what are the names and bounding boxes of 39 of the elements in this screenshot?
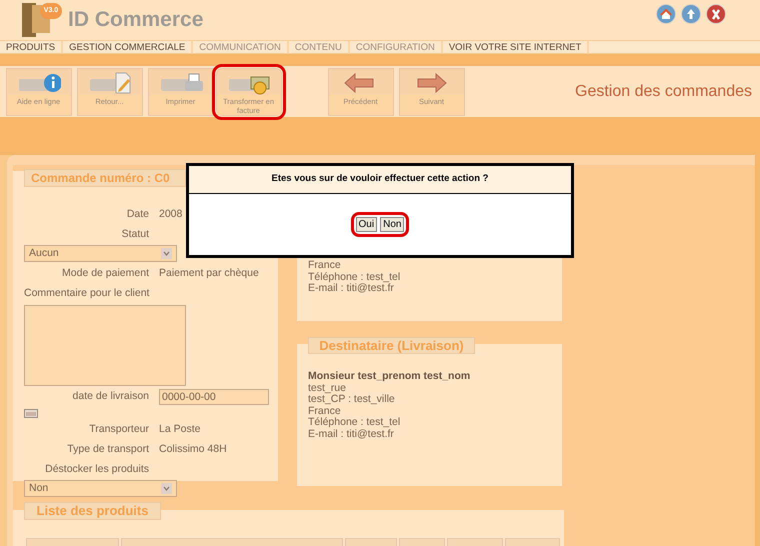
address-line: E-mail : titi@test.fr xyxy=(308,283,394,294)
dialog-message: Etes vous sur de vouloir effectuer cette action ? xyxy=(272,172,488,186)
field-label: Transporteur xyxy=(88,422,149,438)
field-label: Commentaire pour le client xyxy=(24,286,149,302)
address-line: test_rue xyxy=(308,382,347,394)
app-title: ID Commerce xyxy=(68,7,204,34)
address-line: France xyxy=(308,406,342,417)
address-line: test_CP : test_ville xyxy=(308,394,396,406)
field-label: date de livraison xyxy=(72,389,149,404)
field-label: Statut xyxy=(120,227,149,242)
section-title: Destinataire (Livraison) xyxy=(308,337,475,354)
chevron-down-icon xyxy=(161,483,172,494)
field-label: Déstocker les produits xyxy=(44,462,149,478)
field-label: Date xyxy=(126,207,149,222)
calendar-icon[interactable] xyxy=(24,409,38,418)
section-title: Liste des produits xyxy=(24,502,161,520)
close-icon[interactable] xyxy=(706,4,726,24)
address-line: Téléphone : test_tel xyxy=(308,272,402,282)
recipient-name: Monsieur test_prenom test_nom xyxy=(308,371,472,382)
page-title: Gestion des commandes xyxy=(575,82,752,102)
document-pencil-icon xyxy=(88,70,132,94)
dialog-button[interactable]: Oui xyxy=(356,217,378,232)
address-line: Téléphone : test_tel xyxy=(308,417,402,428)
home-icon[interactable] xyxy=(656,4,676,24)
dropdown[interactable]: Non xyxy=(24,480,177,497)
dropdown[interactable]: Aucun xyxy=(24,245,177,262)
address-line: E-mail : titi@test.fr xyxy=(308,428,395,440)
dialog-button[interactable]: Non xyxy=(380,217,404,232)
section-title: Commande numéro : C0 xyxy=(24,169,186,187)
chevron-down-icon xyxy=(161,248,172,259)
date-field[interactable]: 0000-00-00 xyxy=(159,389,269,405)
field-label: Mode de paiement xyxy=(61,266,149,282)
address-line: France xyxy=(308,260,342,272)
field-value: Paiement par chèque xyxy=(159,266,259,282)
field-value: 2008 xyxy=(159,207,182,222)
field-label: Type de transport xyxy=(66,442,149,458)
comment-box[interactable] xyxy=(24,305,186,386)
field-value: Colissimo 48H xyxy=(159,442,227,458)
field-value: La Poste xyxy=(159,422,200,438)
